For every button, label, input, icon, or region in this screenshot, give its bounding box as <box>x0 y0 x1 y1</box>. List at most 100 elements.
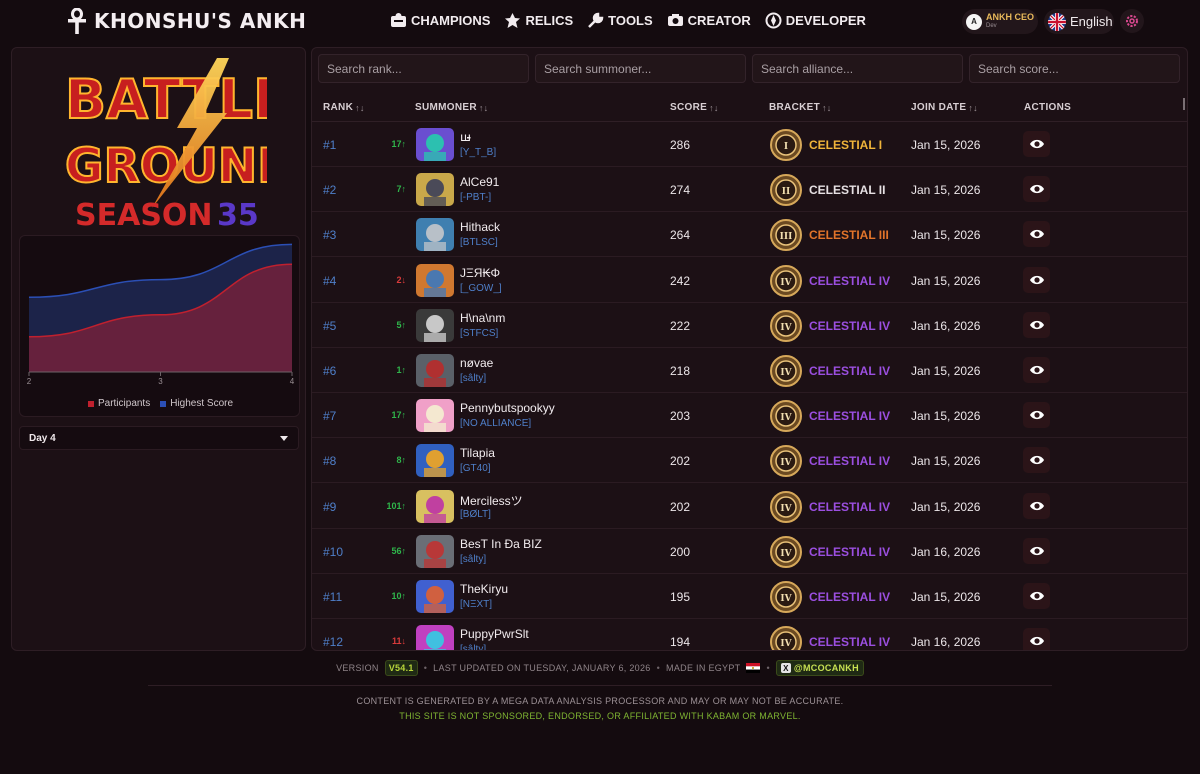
column-summoner[interactable]: SUMMONER ↑↓ <box>415 102 488 113</box>
table-row[interactable]: #6 1↑ nøvae [sâlty] 218 IV CELESTIAL IV Jan 15,… <box>312 348 1187 393</box>
eye-icon <box>1029 275 1044 284</box>
summoner-name[interactable]: Tilapia <box>460 446 495 460</box>
summoner-name[interactable]: Mercilessツ <box>460 492 523 509</box>
table-row[interactable]: #8 8↑ Tilapia [GT40] 202 IV CELESTIAL IV Jan 15… <box>312 438 1187 484</box>
legend-participants[interactable]: Participants <box>87 398 150 409</box>
site-logo[interactable]: KHONSHU'S ANKH <box>66 8 306 34</box>
rank-cell[interactable]: #10 <box>323 545 343 559</box>
summoner-name[interactable]: BesT In Đa BIZ <box>460 537 542 551</box>
column-bracket[interactable]: BRACKET ↑↓ <box>769 102 832 113</box>
search-rank-input[interactable] <box>318 54 529 83</box>
rank-cell[interactable]: #7 <box>323 409 336 423</box>
view-details-button[interactable] <box>1023 266 1050 293</box>
column-join-date[interactable]: JOIN DATE ↑↓ <box>911 102 978 113</box>
chevron-down-icon <box>280 435 288 441</box>
view-details-button[interactable] <box>1023 176 1050 203</box>
legend-highest-score[interactable]: Highest Score <box>160 398 233 409</box>
summoner-name[interactable]: nøvae <box>460 356 493 370</box>
rank-cell[interactable]: #3 <box>323 228 336 242</box>
table-row[interactable]: #3 Hithack [BTLSC] 264 III CELESTIAL III Jan 1… <box>312 212 1187 258</box>
x-profile-link[interactable]: X @MCOCANKH <box>775 660 864 676</box>
summoner-name[interactable]: PuppyPwrSlt <box>460 627 529 641</box>
view-details-button[interactable] <box>1023 357 1050 383</box>
table-row[interactable]: #9 101↑ Mercilessツ [BØLT] 202 IV CELESTIAL IV J… <box>312 484 1187 529</box>
user-name: ANKH CEO <box>986 12 1035 22</box>
alliance-tag[interactable]: [sâlty] <box>460 373 486 384</box>
nav-champions[interactable]: CHAMPIONS <box>390 12 490 29</box>
view-details-button[interactable] <box>1023 311 1050 338</box>
view-details-button[interactable] <box>1023 492 1050 519</box>
table-row[interactable]: #7 17↑ Pennybutspookyy [NO ALLIANCE] 203 IV CE… <box>312 393 1187 439</box>
alliance-tag[interactable]: [GT40] <box>460 463 491 474</box>
view-details-button[interactable] <box>1023 537 1050 564</box>
alliance-tag[interactable]: [NΞXT] <box>460 599 492 610</box>
rank-cell[interactable]: #12 <box>323 635 343 649</box>
bracket-badge-icon: IV <box>770 626 802 650</box>
rank-change: 101↑ <box>386 500 406 511</box>
view-details-button[interactable] <box>1023 402 1050 429</box>
language-selector[interactable]: English <box>1044 9 1114 34</box>
summoner-name[interactable]: Pennybutspookyy <box>460 401 555 415</box>
alliance-tag[interactable]: [sâlty] <box>460 644 486 650</box>
user-menu[interactable]: A ANKH CEO Dev <box>962 9 1038 34</box>
summoner-name[interactable]: H\na\nm <box>460 311 505 325</box>
alliance-tag[interactable]: [-PBT-] <box>460 192 491 203</box>
alliance-tag[interactable]: [Y_T_B] <box>460 147 496 158</box>
alliance-tag[interactable]: [sâlty] <box>460 554 486 565</box>
alliance-tag[interactable]: [_GOW_] <box>460 283 502 294</box>
rank-cell[interactable]: #8 <box>323 454 336 468</box>
settings-button[interactable] <box>1120 9 1144 33</box>
rank-cell[interactable]: #11 <box>323 590 342 604</box>
column-score[interactable]: SCORE ↑↓ <box>670 102 719 113</box>
table-row[interactable]: #4 2↓ JΞЯ₭Φ [_GOW_] 242 IV CELESTIAL IV Jan 15,… <box>312 258 1187 303</box>
rank-cell[interactable]: #9 <box>323 500 336 514</box>
rank-cell[interactable]: #6 <box>323 364 336 378</box>
join-date-cell: Jan 15, 2026 <box>911 228 981 243</box>
rank-cell[interactable]: #2 <box>323 183 336 197</box>
champion-avatar <box>416 580 454 613</box>
column-rank[interactable]: RANK ↑↓ <box>323 102 365 113</box>
table-row[interactable]: #2 7↑ AlCe91 [-PBT-] 274 II CELESTIAL II Jan 15… <box>312 167 1187 213</box>
nav-relics[interactable]: RELICS <box>504 12 573 29</box>
rank-cell[interactable]: #5 <box>323 319 336 333</box>
table-row[interactable]: #10 56↑ BesT In Đa BIZ [sâlty] 200 IV CELESTIA… <box>312 529 1187 574</box>
nav-tools[interactable]: TOOLS <box>587 12 653 29</box>
separator: • <box>656 663 661 673</box>
summoner-name[interactable]: TheKiryu <box>460 582 508 596</box>
view-details-button[interactable] <box>1023 583 1050 609</box>
table-row[interactable]: #11 10↑ TheKiryu [NΞXT] 195 IV CELESTIAL IV Jan… <box>312 574 1187 619</box>
summoner-name[interactable]: AlCe91 <box>460 175 499 189</box>
column-actions: ACTIONS <box>1024 102 1071 113</box>
table-row[interactable]: #1 17↑ ꟺ̵̵̵̵̵̵̵̵̵̵̵̵̵̵̵̵̵̵̵̵̵̵̵̵̵̵̵̵̵̵ [Y_T… <box>312 122 1187 167</box>
view-details-button[interactable] <box>1023 628 1050 650</box>
view-details-button[interactable] <box>1023 447 1050 474</box>
day-select[interactable]: Day 4 <box>19 426 299 450</box>
search-summoner-input[interactable] <box>535 54 746 83</box>
table-row[interactable]: #5 5↑ H\na\nm [STFCS] 222 IV CELESTIAL IV Jan 1… <box>312 303 1187 348</box>
legend-label-highest-score: Highest Score <box>170 398 234 409</box>
creator-icon <box>667 14 683 26</box>
view-details-button[interactable] <box>1023 131 1050 157</box>
scrollbar[interactable] <box>1183 98 1185 110</box>
rank-cell[interactable]: #1 <box>323 138 336 152</box>
alliance-tag[interactable]: [STFCS] <box>460 328 498 339</box>
alliance-tag[interactable]: [BØLT] <box>460 509 491 520</box>
table-row[interactable]: #12 11↓ PuppyPwrSlt [sâlty] 194 IV CELESTIAL I… <box>312 619 1187 650</box>
search-score-input[interactable] <box>969 54 1180 83</box>
eye-icon <box>1029 230 1044 239</box>
score-cell: 202 <box>670 499 691 514</box>
bracket-label: CELESTIAL IV <box>809 635 891 650</box>
summoner-name[interactable]: JΞЯ₭Φ <box>460 266 500 280</box>
rank-cell[interactable]: #4 <box>323 274 336 288</box>
nav-creator[interactable]: CREATOR <box>667 12 751 29</box>
alliance-tag[interactable]: [BTLSC] <box>460 237 498 248</box>
search-alliance-input[interactable] <box>752 54 963 83</box>
view-details-button[interactable] <box>1023 221 1050 248</box>
egypt-flag-icon <box>746 663 761 673</box>
summoner-name[interactable]: ꟺ̵̵̵̵̵̵̵̵̵̵̵̵̵̵̵̵̵̵̵̵̵̵̵̵̵̵̵̵̵̵ <box>460 130 471 144</box>
nav-developer[interactable]: DEVELOPER <box>765 12 866 29</box>
bracket-tier: IV <box>780 639 792 649</box>
summoner-name[interactable]: Hithack <box>460 220 500 234</box>
champion-avatar <box>416 489 454 523</box>
alliance-tag[interactable]: [NO ALLIANCE] <box>460 418 531 429</box>
